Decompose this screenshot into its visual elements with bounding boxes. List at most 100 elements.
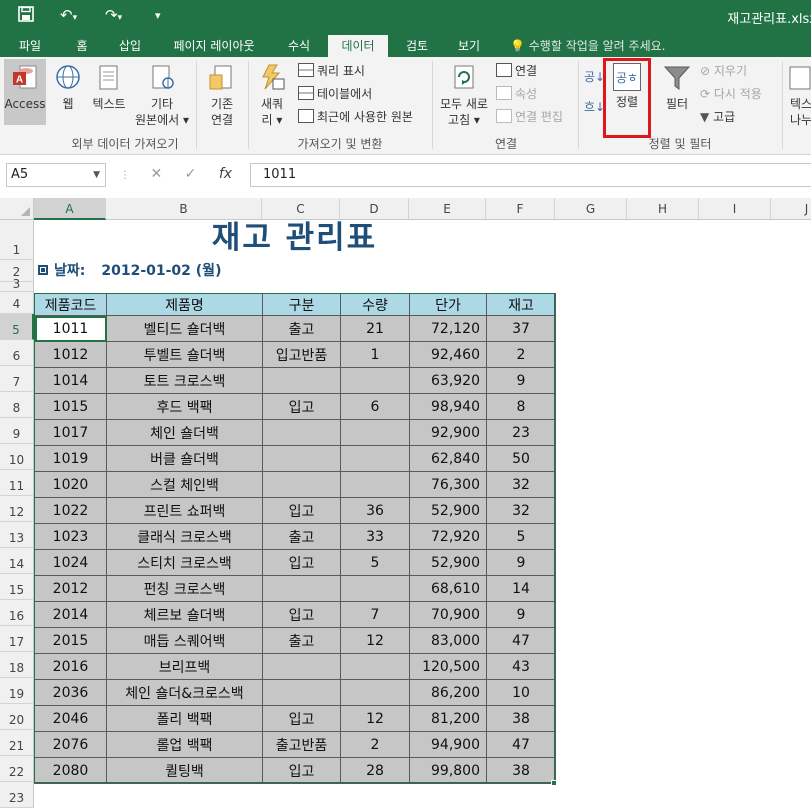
table-cell[interactable]: 1015 [34,393,107,420]
table-cell[interactable]: 입고 [262,601,341,628]
column-header-h[interactable]: H [627,198,699,220]
header-product-name[interactable]: 제품명 [106,293,263,316]
row-header[interactable]: 15 [0,574,34,600]
table-cell[interactable]: 86,200 [409,679,487,706]
tab-review[interactable]: 검토 [396,35,438,57]
column-header-d[interactable]: D [340,198,409,220]
table-cell[interactable]: 52,900 [409,497,487,524]
table-cell[interactable]: 1019 [34,445,107,472]
table-cell[interactable]: 92,460 [409,341,487,368]
row-header[interactable]: 20 [0,704,34,730]
table-cell[interactable] [262,445,341,472]
column-header-f[interactable]: F [486,198,555,220]
tab-insert[interactable]: 삽입 [108,35,152,57]
refresh-all-button[interactable]: 모두 새로 고침 ▾ [436,59,492,128]
row-header[interactable]: 7 [0,366,34,392]
table-cell[interactable]: 1017 [34,419,107,446]
row-header[interactable]: 5 [0,314,34,340]
table-cell[interactable] [262,367,341,394]
table-cell[interactable]: 70,900 [409,601,487,628]
table-cell[interactable]: 72,120 [409,315,487,342]
fill-handle[interactable] [551,780,557,786]
table-cell[interactable]: 1012 [34,341,107,368]
table-cell[interactable]: 2076 [34,731,107,758]
tab-formulas[interactable]: 수식 [278,35,320,57]
table-cell[interactable]: 63,920 [409,367,487,394]
table-cell[interactable]: 1020 [34,471,107,498]
table-cell[interactable]: 입고 [262,497,341,524]
reapply-button[interactable]: ⟳ 다시 적용 [700,84,762,104]
table-cell[interactable]: 43 [486,653,556,680]
table-cell[interactable]: 98,940 [409,393,487,420]
recent-sources-button[interactable]: 최근에 사용한 원본 [298,107,413,127]
table-cell[interactable] [340,653,410,680]
table-cell[interactable]: 99,800 [409,757,487,784]
column-header-c[interactable]: C [262,198,340,220]
cancel-icon[interactable]: ✕ [150,166,162,182]
tab-home[interactable]: 홈 [60,35,104,57]
table-cell[interactable]: 체인 숄더백 [106,419,263,446]
enter-icon[interactable]: ✓ [185,166,197,182]
table-cell[interactable]: 체르보 숄더백 [106,601,263,628]
show-queries-button[interactable]: 쿼리 표시 [298,61,365,81]
column-header-g[interactable]: G [555,198,627,220]
row-header[interactable]: 18 [0,652,34,678]
from-text-button[interactable]: 텍스트 [88,59,130,112]
row-header[interactable]: 22 [0,756,34,782]
sort-descending-button[interactable]: 흐↓ [584,97,605,117]
row-header[interactable]: 10 [0,444,34,470]
table-cell[interactable]: 12 [340,627,410,654]
table-cell[interactable]: 2080 [34,757,107,784]
table-cell[interactable] [262,419,341,446]
table-cell[interactable]: 14 [486,575,556,602]
text-to-columns-button[interactable]: 텍스 나누 [786,59,811,128]
from-table-button[interactable]: 테이블에서 [298,84,372,104]
row-header[interactable]: 3 [0,277,34,292]
table-cell[interactable]: 출고반품 [262,731,341,758]
table-cell[interactable]: 후드 백팩 [106,393,263,420]
table-cell[interactable]: 프린트 쇼퍼백 [106,497,263,524]
header-category[interactable]: 구분 [262,293,341,316]
table-cell[interactable]: 입고 [262,549,341,576]
table-cell[interactable]: 12 [340,705,410,732]
table-cell[interactable]: 81,200 [409,705,487,732]
row-header[interactable]: 16 [0,600,34,626]
table-cell[interactable]: 1022 [34,497,107,524]
row-header[interactable]: 4 [0,292,34,314]
table-cell[interactable]: 47 [486,731,556,758]
table-cell[interactable]: 1014 [34,367,107,394]
table-cell[interactable]: 출고 [262,315,341,342]
column-header-j[interactable]: J [771,198,811,220]
table-cell[interactable]: 토트 크로스백 [106,367,263,394]
table-cell[interactable]: 1023 [34,523,107,550]
table-cell[interactable]: 입고 [262,393,341,420]
table-cell[interactable]: 50 [486,445,556,472]
table-cell[interactable]: 출고 [262,627,341,654]
edit-links-button[interactable]: 연결 편집 [496,107,563,127]
row-header[interactable]: 17 [0,626,34,652]
table-cell[interactable]: 입고 [262,757,341,784]
table-cell[interactable]: 9 [486,601,556,628]
table-cell[interactable]: 33 [340,523,410,550]
tab-file[interactable]: 파일 [8,35,52,57]
table-cell[interactable]: 스컬 체인백 [106,471,263,498]
advanced-filter-button[interactable]: ▼ 고급 [700,107,735,127]
row-header[interactable]: 23 [0,782,34,808]
table-cell[interactable]: 38 [486,757,556,784]
table-cell[interactable]: 6 [340,393,410,420]
table-cell[interactable]: 버클 숄더백 [106,445,263,472]
row-header[interactable]: 13 [0,522,34,548]
row-header[interactable]: 14 [0,548,34,574]
header-product-code[interactable]: 제품코드 [34,293,107,316]
table-cell[interactable] [340,471,410,498]
table-cell[interactable]: 1011 [34,315,107,342]
tab-page-layout[interactable]: 페이지 레이아웃 [160,35,268,57]
table-cell[interactable]: 9 [486,549,556,576]
chevron-down-icon[interactable]: ▼ [93,164,100,186]
customize-icon[interactable]: ▾ [155,9,161,22]
header-unit-price[interactable]: 단가 [409,293,487,316]
existing-connections-button[interactable]: 기존 연결 [200,59,244,128]
table-cell[interactable]: 28 [340,757,410,784]
column-header-i[interactable]: I [699,198,771,220]
row-header[interactable]: 12 [0,496,34,522]
